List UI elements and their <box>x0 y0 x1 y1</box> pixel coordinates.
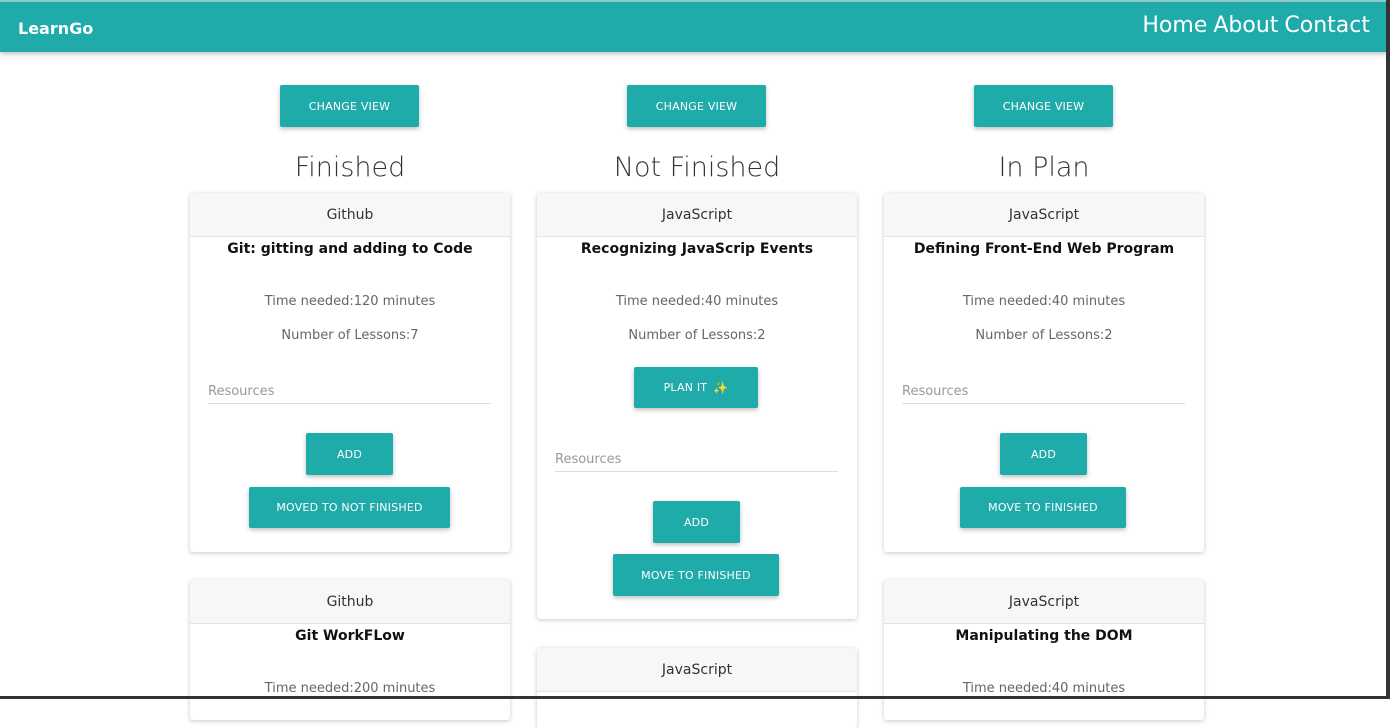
card-category: JavaScript <box>537 193 857 237</box>
resources-input[interactable] <box>555 448 838 472</box>
card-title: Git WorkFLow <box>295 628 405 644</box>
move-button[interactable]: MOVE TO FINISHED <box>960 487 1126 528</box>
time-needed: Time needed:40 minutes <box>615 294 779 309</box>
window-edge <box>1386 0 1390 699</box>
change-view-button[interactable]: CHANGE VIEW <box>974 85 1113 127</box>
course-card: JavaScript Manipulating the DOM Time nee… <box>884 580 1204 720</box>
time-needed: Time needed:40 minutes <box>962 294 1126 309</box>
course-card: JavaScript <box>537 648 857 728</box>
lesson-count: Number of Lessons:2 <box>975 328 1113 343</box>
lesson-count: Number of Lessons:2 <box>628 328 766 343</box>
card-title: Git: gitting and adding to Code <box>227 241 473 257</box>
nav-links: Home About Contact <box>1142 13 1370 38</box>
add-button[interactable]: ADD <box>1000 433 1087 475</box>
change-view-button[interactable]: CHANGE VIEW <box>280 85 419 127</box>
course-card: JavaScript Defining Front-End Web Progra… <box>884 193 1204 552</box>
card-category: JavaScript <box>884 193 1204 237</box>
add-button[interactable]: ADD <box>306 433 393 475</box>
course-card: Github Git: gitting and adding to Code T… <box>190 193 510 552</box>
course-card: Github Git WorkFLow Time needed:200 minu… <box>190 580 510 720</box>
time-needed: Time needed:40 minutes <box>962 681 1126 696</box>
card-title: Recognizing JavaScrip Events <box>580 241 814 257</box>
column-title-in-plan: In Plan <box>998 152 1090 183</box>
time-needed: Time needed:120 minutes <box>264 294 436 309</box>
card-category: JavaScript <box>537 648 857 692</box>
move-button[interactable]: MOVED TO NOT FINISHED <box>249 487 450 528</box>
nav-contact[interactable]: Contact <box>1284 13 1370 38</box>
navbar: LearnGo Home About Contact <box>0 0 1390 52</box>
card-title: Manipulating the DOM <box>955 628 1133 644</box>
nav-about[interactable]: About <box>1213 13 1278 38</box>
time-needed: Time needed:200 minutes <box>264 681 436 696</box>
resources-input[interactable] <box>208 380 491 404</box>
column-title-not-finished: Not Finished <box>613 152 781 183</box>
nav-home[interactable]: Home <box>1142 13 1207 38</box>
card-category: JavaScript <box>884 580 1204 624</box>
brand-logo[interactable]: LearnGo <box>18 19 93 38</box>
resources-input[interactable] <box>902 380 1185 404</box>
move-button[interactable]: MOVE TO FINISHED <box>613 554 779 596</box>
add-button[interactable]: ADD <box>653 501 740 543</box>
card-title: Defining Front-End Web Program <box>913 241 1175 257</box>
plan-it-button[interactable]: PLAN IT ✨ <box>634 367 758 408</box>
card-category: Github <box>190 193 510 237</box>
change-view-button[interactable]: CHANGE VIEW <box>627 85 766 127</box>
magic-wand-icon: ✨ <box>713 380 729 395</box>
column-title-finished: Finished <box>294 152 406 183</box>
course-card: JavaScript Recognizing JavaScrip Events … <box>537 193 857 619</box>
lesson-count: Number of Lessons:7 <box>281 328 419 343</box>
card-category: Github <box>190 580 510 624</box>
plan-it-label: PLAN IT <box>663 381 708 394</box>
